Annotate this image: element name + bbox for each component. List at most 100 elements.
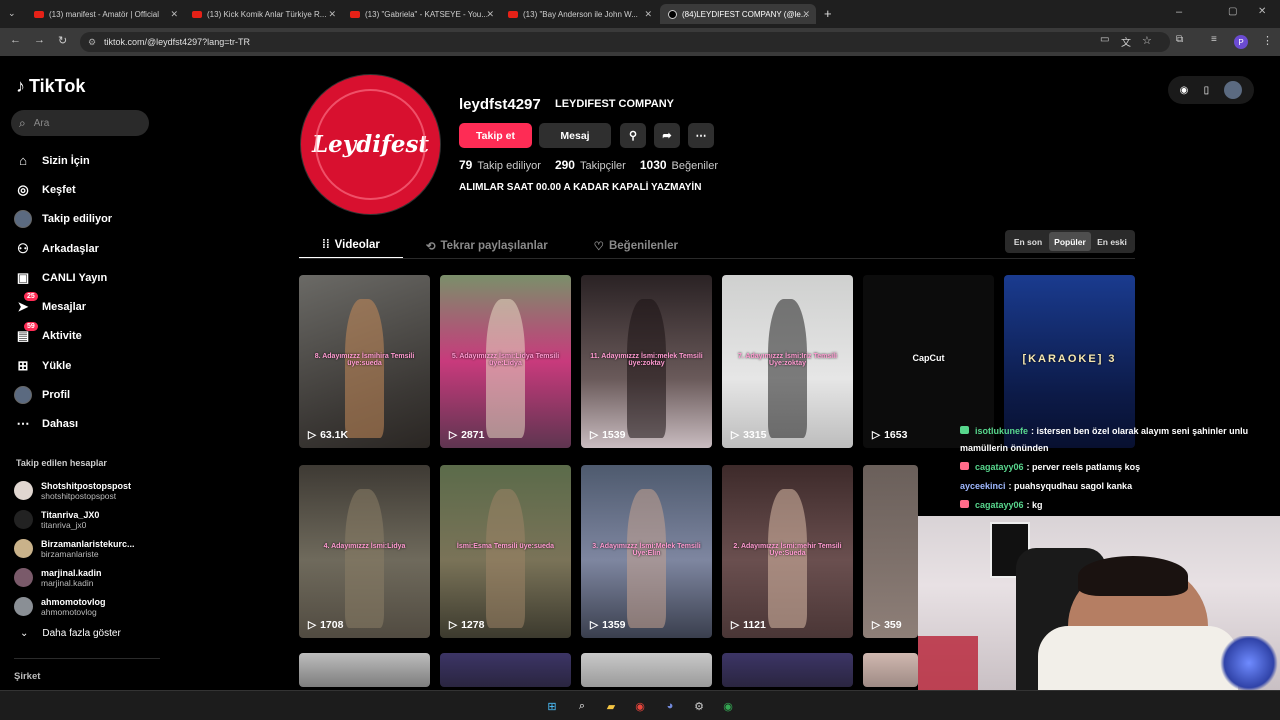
video-card[interactable]: 5. Adayımızzz İsmi:Lidya Temsili üye:Lid… <box>440 275 571 448</box>
video-card[interactable]: ▷ 359 <box>863 465 918 638</box>
tab-reposts[interactable]: ⟲ Tekrar paylaşılanlar <box>403 232 571 259</box>
close-tab-icon[interactable]: ✕ <box>644 9 652 20</box>
site-info-icon[interactable]: ⚙ <box>88 37 96 48</box>
sidebar-item-live[interactable]: ▣ CANLI Yayın <box>14 263 164 292</box>
account-item[interactable]: Titanriva_JX0 titanriva_jx0 <box>14 505 135 534</box>
messages-badge: 25 <box>24 292 38 302</box>
sidebar-item-explore[interactable]: ◎ Keşfet <box>14 175 164 204</box>
show-more-button[interactable]: ⌄ Daha fazla göster <box>20 628 121 639</box>
back-icon[interactable]: ← <box>10 34 21 46</box>
sort-popular[interactable]: Popüler <box>1049 232 1091 251</box>
user-avatar[interactable] <box>1224 81 1243 99</box>
chat-message: cagatayy06: perver reels patlamış koş <box>960 462 1140 472</box>
view-count: ▷ 1121 <box>731 619 766 631</box>
forward-icon[interactable]: → <box>34 34 45 46</box>
sidebar-item-following[interactable]: Takip ediliyor <box>14 205 164 234</box>
account-item[interactable]: Birzamanlaristekurc... birzamanlariste <box>14 534 135 563</box>
browser-tab-5[interactable]: (84)LEYDIFEST COMPANY (@le... ✕ <box>660 4 816 24</box>
account-item[interactable]: ahmomotovlog ahmomotovlog <box>14 592 135 621</box>
followers-stat[interactable]: 290 Takipçiler <box>555 158 626 172</box>
video-card[interactable]: İsmi:Esma Temsili üye:sueda ▷ 1278 <box>440 465 571 638</box>
more-icon: ⋯ <box>16 416 30 432</box>
discord-icon[interactable]: ◕ <box>660 696 680 716</box>
video-card[interactable] <box>299 653 430 687</box>
video-card[interactable] <box>722 653 853 687</box>
file-explorer-icon[interactable]: ▰ <box>601 696 621 716</box>
bookmark-star-icon[interactable]: ☆ <box>1142 34 1152 47</box>
video-card[interactable]: 2. Adayımızzz İsmi:mehir Temsili Üye:Sue… <box>722 465 853 638</box>
account-item[interactable]: Shotshitpostopspost shotshitpostopspost <box>14 476 135 505</box>
webcam-blue-light <box>1218 636 1280 690</box>
video-card[interactable] <box>581 653 712 687</box>
account-avatar <box>14 510 33 529</box>
device-icon[interactable]: ▯ <box>1204 85 1210 96</box>
browser-menu-icon[interactable]: ⋮ <box>1262 34 1273 47</box>
windows-start-icon[interactable]: ⊞ <box>542 696 562 716</box>
search-icon: ⌕ <box>19 115 26 130</box>
browser-tab-3[interactable]: (13) "Gabriela" - KATSEYE - You... ✕ <box>342 4 500 24</box>
tab-liked[interactable]: ♡ Beğenilenler <box>571 232 701 259</box>
search-icon[interactable]: ⌕ <box>572 696 592 716</box>
following-stat[interactable]: 79 Takip ediliyor <box>459 158 541 172</box>
video-card[interactable]: 4. Adayımızzz İsmi:Lidya ▷ 1708 <box>299 465 430 638</box>
url-field[interactable]: ⚙ tiktok.com/@leydfst4297?lang=tr-TR <box>80 32 1170 52</box>
sidebar-item-upload[interactable]: ⊞ Yükle <box>14 351 164 380</box>
close-tab-icon[interactable]: ✕ <box>486 9 494 20</box>
follow-button[interactable]: Takip et <box>459 123 532 148</box>
following-avatar <box>14 210 32 229</box>
sidebar-item-more[interactable]: ⋯ Dahası <box>14 410 164 439</box>
video-card[interactable] <box>440 653 571 687</box>
video-card[interactable]: 8. Adayımızzz İsmihira Temsili üye:sueda… <box>299 275 430 448</box>
view-count: ▷ 1278 <box>449 619 485 631</box>
sort-latest[interactable]: En son <box>1007 232 1049 251</box>
close-window-icon[interactable]: ✕ <box>1258 6 1266 17</box>
video-thumbnail <box>767 489 808 628</box>
browser-profile-avatar[interactable]: P <box>1234 35 1248 49</box>
sidebar-item-friends[interactable]: ⚇ Arkadaşlar <box>14 234 164 263</box>
more-options-button[interactable]: ⋯ <box>688 123 714 148</box>
share-button[interactable]: ➦ <box>654 123 680 148</box>
chrome-icon[interactable]: ◉ <box>718 696 738 716</box>
translate-icon[interactable]: 文 <box>1121 34 1131 49</box>
close-tab-icon[interactable]: ✕ <box>170 9 178 20</box>
close-tab-icon[interactable]: ✕ <box>328 9 336 20</box>
profile-username: leydfst4297 <box>459 96 541 113</box>
sidebar-item-messages[interactable]: ➤ 25 Mesajlar <box>14 292 164 321</box>
search-input[interactable]: ⌕ Ara <box>11 110 149 136</box>
browser-tab-2[interactable]: (13) Kick Komik Anlar Türkiye R... ✕ <box>184 4 342 24</box>
video-thumbnail <box>344 489 385 628</box>
sidebar-item-for-you[interactable]: ⌂ Sizin İçin <box>14 146 164 175</box>
sidebar-item-profile[interactable]: Profil <box>14 380 164 409</box>
sort-oldest[interactable]: En eski <box>1091 232 1133 251</box>
video-card[interactable] <box>863 653 918 687</box>
browser-tab-4[interactable]: (13) "Bay Anderson ile John W... ✕ <box>500 4 658 24</box>
message-button[interactable]: Mesaj <box>539 123 611 148</box>
activity-badge: 59 <box>24 321 38 331</box>
chrome-icon[interactable]: ◉ <box>630 696 650 716</box>
close-tab-icon[interactable]: ✕ <box>802 9 810 20</box>
video-card[interactable]: 11. Adayımızzz İsmi:melek Temsili üye:zo… <box>581 275 712 448</box>
extensions-icon[interactable]: ⧉ <box>1176 34 1183 45</box>
tab-videos[interactable]: ⁞⁞ Videolar <box>299 232 403 259</box>
play-icon: ▷ <box>449 619 458 631</box>
add-friend-button[interactable]: ⚲ <box>620 123 646 148</box>
sidebar-item-activity[interactable]: ▤ 59 Aktivite <box>14 321 164 351</box>
coins-icon[interactable]: ◉ <box>1180 85 1189 96</box>
minimize-icon[interactable]: – <box>1176 6 1182 18</box>
sidebar-nav: ⌂ Sizin İçin ◎ Keşfet Takip ediliyor ⚇ A… <box>14 146 164 439</box>
reading-list-icon[interactable]: ≡ <box>1211 34 1217 45</box>
tab-list-icon[interactable]: ⌄ <box>8 8 16 19</box>
company-link[interactable]: Şirket <box>14 671 40 682</box>
profile-avatar-large[interactable]: Leydifest <box>300 74 441 215</box>
profile-nickname: LEYDIFEST COMPANY <box>555 98 674 110</box>
new-tab-button[interactable]: + <box>824 6 832 21</box>
steam-icon[interactable]: ⚙ <box>689 696 709 716</box>
video-card[interactable]: 3. Adayımızzz İsmi:Melek Temsili Üye:Eli… <box>581 465 712 638</box>
browser-tab-1[interactable]: (13) manifest - Amatör | Official ✕ <box>26 4 184 24</box>
tiktok-logo[interactable]: ♪ TikTok <box>16 76 85 97</box>
account-item[interactable]: marjinal.kadin marjinal.kadin <box>14 563 135 592</box>
maximize-icon[interactable]: ▢ <box>1228 6 1237 17</box>
video-card[interactable]: 7. Adayımızzz İsmi:Iriz Temsili Üye:zokt… <box>722 275 853 448</box>
cast-icon[interactable]: ▭ <box>1100 34 1109 45</box>
reload-icon[interactable]: ↻ <box>58 34 67 47</box>
